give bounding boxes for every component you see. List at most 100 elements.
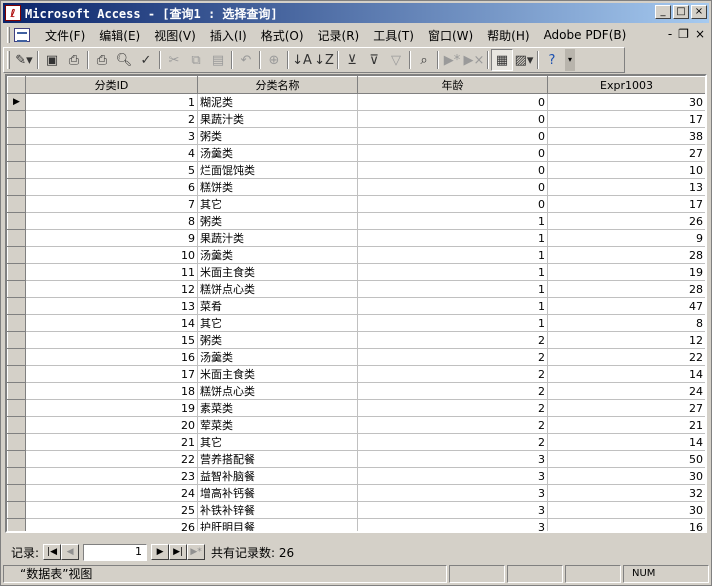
cell-expr1003[interactable]: 21 <box>547 416 705 434</box>
table-row[interactable]: 15 粥类 2 12 <box>7 331 705 349</box>
menu-view[interactable]: 视图(V) <box>147 27 203 44</box>
record-selector[interactable] <box>7 331 26 349</box>
cell-category-name[interactable]: 粥类 <box>197 127 358 145</box>
cell-age[interactable]: 3 <box>357 484 548 502</box>
table-row[interactable]: 17 米面主食类 2 14 <box>7 365 705 383</box>
cell-category-name[interactable]: 米面主食类 <box>197 263 358 281</box>
record-selector[interactable] <box>7 467 26 485</box>
cell-category-id[interactable]: 6 <box>25 178 198 196</box>
cell-expr1003[interactable]: 8 <box>547 314 705 332</box>
spelling-icon[interactable]: ✓ <box>135 49 157 71</box>
table-row[interactable]: 7 其它 0 17 <box>7 195 705 213</box>
cell-category-name[interactable]: 益智补脑餐 <box>197 467 358 485</box>
print-preview-icon[interactable]: ⎙ <box>63 49 85 71</box>
cell-expr1003[interactable]: 14 <box>547 433 705 451</box>
cell-category-name[interactable]: 烂面馄饨类 <box>197 161 358 179</box>
cell-category-id[interactable]: 20 <box>25 416 198 434</box>
cell-age[interactable]: 2 <box>357 433 548 451</box>
table-row[interactable]: 25 补铁补锌餐 3 30 <box>7 501 705 519</box>
table-row[interactable]: 23 益智补脑餐 3 30 <box>7 467 705 485</box>
cut-icon[interactable]: ✂ <box>163 49 185 71</box>
cell-expr1003[interactable]: 14 <box>547 365 705 383</box>
cell-category-id[interactable]: 1 <box>25 93 198 111</box>
minimize-button[interactable]: _ <box>655 5 671 19</box>
record-selector-current[interactable]: ▶ <box>7 93 26 111</box>
cell-category-name[interactable]: 糕饼类 <box>197 178 358 196</box>
cell-age[interactable]: 0 <box>357 178 548 196</box>
cell-age[interactable]: 1 <box>357 263 548 281</box>
table-row[interactable]: 5 烂面馄饨类 0 10 <box>7 161 705 179</box>
record-selector[interactable] <box>7 246 26 264</box>
table-row[interactable]: 19 素菜类 2 27 <box>7 399 705 417</box>
record-selector[interactable] <box>7 263 26 281</box>
cell-age[interactable]: 2 <box>357 365 548 383</box>
cell-age[interactable]: 0 <box>357 110 548 128</box>
cell-category-name[interactable]: 菜肴 <box>197 297 358 315</box>
new-object-icon[interactable]: ▨▾ <box>513 49 535 71</box>
cell-category-name[interactable]: 增高补钙餐 <box>197 484 358 502</box>
cell-expr1003[interactable]: 27 <box>547 399 705 417</box>
cell-category-name[interactable]: 其它 <box>197 195 358 213</box>
cell-expr1003[interactable]: 26 <box>547 212 705 230</box>
menu-tools[interactable]: 工具(T) <box>366 27 421 44</box>
menu-help[interactable]: 帮助(H) <box>480 27 536 44</box>
cell-expr1003[interactable]: 30 <box>547 501 705 519</box>
cell-category-name[interactable]: 糕饼点心类 <box>197 280 358 298</box>
table-row[interactable]: 13 菜肴 1 47 <box>7 297 705 315</box>
cell-category-id[interactable]: 21 <box>25 433 198 451</box>
menu-window[interactable]: 窗口(W) <box>421 27 480 44</box>
cell-category-id[interactable]: 23 <box>25 467 198 485</box>
save-icon[interactable]: ▣ <box>41 49 63 71</box>
cell-category-id[interactable]: 2 <box>25 110 198 128</box>
cell-category-name[interactable]: 其它 <box>197 433 358 451</box>
cell-category-name[interactable]: 护肝明目餐 <box>197 518 358 531</box>
record-selector[interactable] <box>7 212 26 230</box>
cell-category-name[interactable]: 粥类 <box>197 212 358 230</box>
record-selector[interactable] <box>7 399 26 417</box>
menu-grip[interactable] <box>7 27 10 43</box>
cell-expr1003[interactable]: 38 <box>547 127 705 145</box>
select-all-corner[interactable] <box>7 76 26 94</box>
table-row[interactable]: 3 粥类 0 38 <box>7 127 705 145</box>
cell-category-name[interactable]: 汤羹类 <box>197 144 358 162</box>
cell-age[interactable]: 1 <box>357 212 548 230</box>
table-row[interactable]: 10 汤羹类 1 28 <box>7 246 705 264</box>
record-selector[interactable] <box>7 314 26 332</box>
cell-category-name[interactable]: 米面主食类 <box>197 365 358 383</box>
cell-category-id[interactable]: 13 <box>25 297 198 315</box>
cell-expr1003[interactable]: 50 <box>547 450 705 468</box>
cell-category-name[interactable]: 素菜类 <box>197 399 358 417</box>
cell-age[interactable]: 2 <box>357 331 548 349</box>
menu-file[interactable]: 文件(F) <box>38 27 92 44</box>
cell-age[interactable]: 0 <box>357 127 548 145</box>
cell-category-name[interactable]: 荤菜类 <box>197 416 358 434</box>
table-row[interactable]: 22 营养搭配餐 3 50 <box>7 450 705 468</box>
help-icon[interactable]: ? <box>541 49 563 71</box>
cell-expr1003[interactable]: 13 <box>547 178 705 196</box>
cell-age[interactable]: 0 <box>357 161 548 179</box>
sort-asc-icon[interactable]: ↓A <box>291 49 313 71</box>
menu-adobe-pdf[interactable]: Adobe PDF(B) <box>537 28 634 42</box>
cell-expr1003[interactable]: 28 <box>547 280 705 298</box>
record-selector[interactable] <box>7 382 26 400</box>
cell-expr1003[interactable]: 28 <box>547 246 705 264</box>
record-selector[interactable] <box>7 501 26 519</box>
record-selector[interactable] <box>7 297 26 315</box>
cell-expr1003[interactable]: 17 <box>547 195 705 213</box>
previous-record-button[interactable]: ◀ <box>61 544 80 560</box>
cell-expr1003[interactable]: 24 <box>547 382 705 400</box>
record-selector[interactable] <box>7 110 26 128</box>
undo-icon[interactable]: ↶ <box>235 49 257 71</box>
cell-category-name[interactable]: 果蔬汁类 <box>197 110 358 128</box>
table-row[interactable]: 16 汤羹类 2 22 <box>7 348 705 366</box>
cell-category-name[interactable]: 补铁补锌餐 <box>197 501 358 519</box>
table-row[interactable]: 20 荤菜类 2 21 <box>7 416 705 434</box>
cell-category-name[interactable]: 粥类 <box>197 331 358 349</box>
cell-category-id[interactable]: 12 <box>25 280 198 298</box>
cell-age[interactable]: 3 <box>357 467 548 485</box>
first-record-button[interactable]: |◀ <box>43 544 62 560</box>
mdi-restore-button[interactable]: ❐ <box>678 27 689 41</box>
record-selector[interactable] <box>7 433 26 451</box>
record-selector[interactable] <box>7 195 26 213</box>
table-row[interactable]: 18 糕饼点心类 2 24 <box>7 382 705 400</box>
